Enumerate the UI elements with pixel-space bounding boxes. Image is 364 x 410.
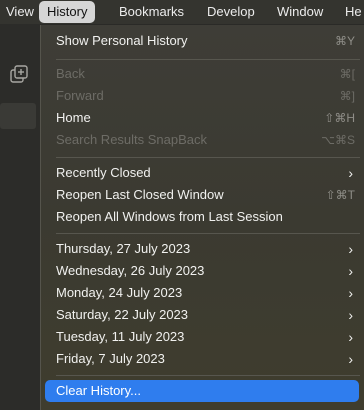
menu-item-forward[interactable]: Forward ⌘] [45,85,359,107]
menu-item-history-date[interactable]: Thursday, 27 July 2023 › [45,238,359,260]
menu-item-label: Wednesday, 26 July 2023 [56,263,205,278]
menu-develop[interactable]: Develop [207,4,255,20]
menu-item-history-date[interactable]: Friday, 7 July 2023 › [45,348,359,370]
menu-item-label: Recently Closed [56,165,151,180]
menu-item-label: Forward [56,88,104,103]
menu-item-history-date[interactable]: Wednesday, 26 July 2023 › [45,260,359,282]
menu-item-label: Friday, 7 July 2023 [56,351,165,366]
menu-item-shortcut: ⌘Y [334,34,355,48]
menu-window[interactable]: Window [277,4,323,20]
menu-item-label: Show Personal History [56,33,188,48]
menu-item-shortcut: ⌥⌘S [321,133,355,147]
menu-history[interactable]: History [39,1,96,23]
chevron-right-icon: › [348,241,353,257]
menu-item-history-date[interactable]: Tuesday, 11 July 2023 › [45,326,359,348]
menu-item-shortcut: ⇧⌘H [324,111,355,125]
tab-overview-icon[interactable] [8,64,30,86]
menu-item-history-date[interactable]: Monday, 24 July 2023 › [45,282,359,304]
menu-item-shortcut: ⌘] [339,89,355,103]
menu-item-label: Thursday, 27 July 2023 [56,241,191,256]
menu-item-reopen-all-windows[interactable]: Reopen All Windows from Last Session [45,206,359,228]
menu-separator [56,59,360,60]
menu-item-label: Monday, 24 July 2023 [56,285,183,300]
chevron-right-icon: › [348,263,353,279]
menu-item-label: Back [56,66,85,81]
menu-item-shortcut: ⇧⌘T [325,188,355,202]
history-menu: Show Personal History ⌘Y Back ⌘[ Forward… [40,25,364,410]
menu-item-home[interactable]: Home ⇧⌘H [45,107,359,129]
chevron-right-icon: › [348,351,353,367]
menu-item-label: Saturday, 22 July 2023 [56,307,189,322]
sidebar-selected-item[interactable] [0,103,36,129]
menu-separator [56,157,360,158]
menu-item-reopen-last-closed-window[interactable]: Reopen Last Closed Window ⇧⌘T [45,184,359,206]
chevron-right-icon: › [348,329,353,345]
menu-item-recently-closed[interactable]: Recently Closed › [45,162,359,184]
menu-item-label: Home [56,110,91,125]
menu-item-show-personal-history[interactable]: Show Personal History ⌘Y [45,30,359,52]
chevron-right-icon: › [348,285,353,301]
menu-item-label: Clear History... [56,383,141,398]
menu-item-shortcut: ⌘[ [339,67,355,81]
menu-bookmarks[interactable]: Bookmarks [119,4,184,20]
chevron-right-icon: › [348,165,353,181]
menu-item-label: Reopen Last Closed Window [56,187,224,202]
menu-view[interactable]: View [6,4,34,20]
menu-item-history-date[interactable]: Saturday, 22 July 2023 › [45,304,359,326]
menu-separator [56,233,360,234]
menu-item-search-results-snapback[interactable]: Search Results SnapBack ⌥⌘S [45,129,359,151]
menu-item-label: Tuesday, 11 July 2023 [56,329,185,344]
menu-item-clear-history[interactable]: Clear History... [45,380,359,402]
menu-separator [56,375,360,376]
browser-sidebar [0,24,40,410]
menu-help[interactable]: He [345,4,362,20]
menu-item-back[interactable]: Back ⌘[ [45,63,359,85]
menu-item-label: Reopen All Windows from Last Session [56,209,283,224]
menu-item-label: Search Results SnapBack [56,132,208,147]
chevron-right-icon: › [348,307,353,323]
menu-bar: View History Bookmarks Develop Window He [0,0,364,24]
